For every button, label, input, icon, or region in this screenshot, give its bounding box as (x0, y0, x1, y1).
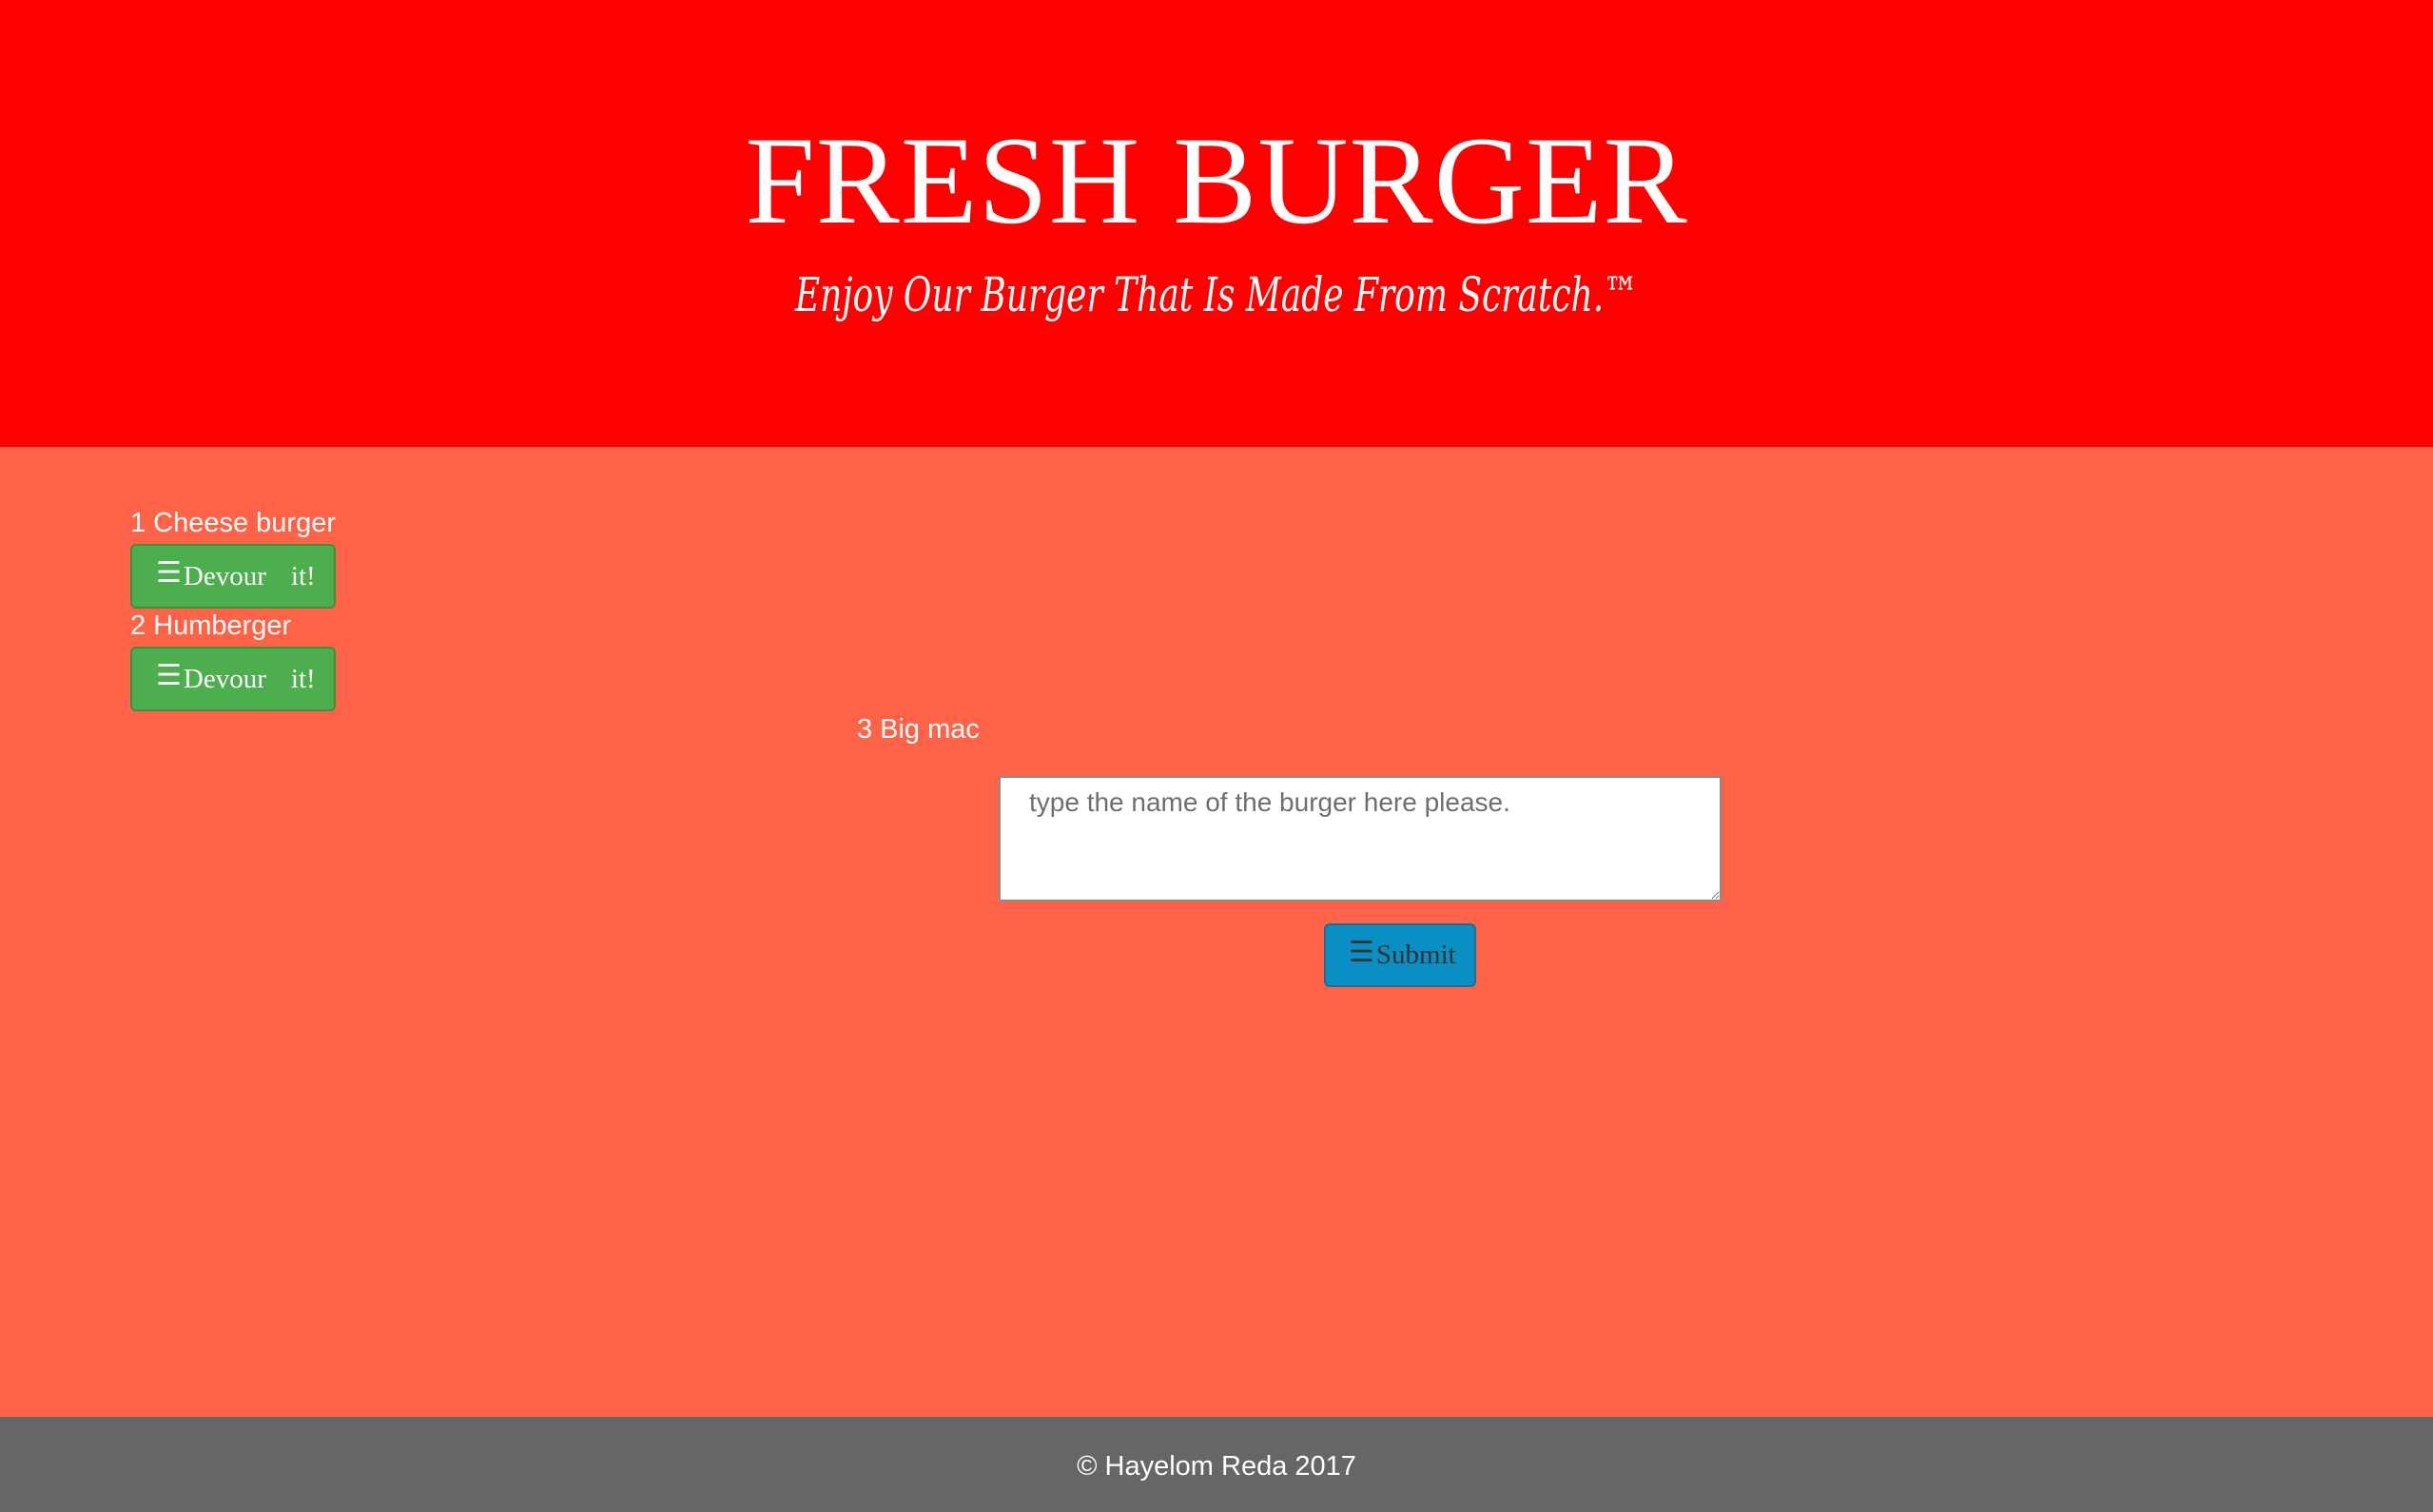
burger-name: Big mac (880, 714, 980, 745)
burger-id: 1 (130, 508, 146, 538)
devour-button-label: Devour (183, 664, 266, 694)
copyright-text: © Hayelom Reda 2017 (1077, 1451, 1356, 1482)
devoured-burger-label: 3 Big mac (857, 712, 980, 746)
burger-id: 3 (857, 714, 873, 745)
site-title: FRESH BURGER (745, 110, 1688, 250)
devour-button-label: Devour (183, 561, 266, 591)
header-banner: FRESH BURGER Enjoy Our Burger That Is Ma… (0, 0, 2433, 447)
devour-button[interactable]: ☰Devour it! (130, 647, 336, 711)
site-tagline: Enjoy Our Burger That Is Made From Scrat… (794, 267, 1639, 322)
menu-icon: ☰ (156, 659, 182, 692)
menu-icon: ☰ (156, 556, 182, 590)
burger-item-label: 1 Cheese burger (130, 506, 336, 540)
submit-button[interactable]: ☰Submit (1324, 923, 1476, 987)
footer: © Hayelom Reda 2017 (0, 1417, 2433, 1512)
devour-button-label-suffix: it! (290, 664, 316, 694)
devour-button-label-suffix: it! (290, 561, 316, 591)
burger-item-label: 2 Humberger (130, 609, 291, 643)
devour-button[interactable]: ☰Devour it! (130, 544, 336, 609)
menu-icon: ☰ (1349, 936, 1374, 969)
submit-button-label: Submit (1375, 940, 1456, 970)
burger-id: 2 (130, 611, 146, 641)
burger-name-input[interactable] (999, 776, 1722, 901)
burger-name: Humberger (153, 611, 292, 641)
burger-name: Cheese burger (153, 508, 336, 538)
